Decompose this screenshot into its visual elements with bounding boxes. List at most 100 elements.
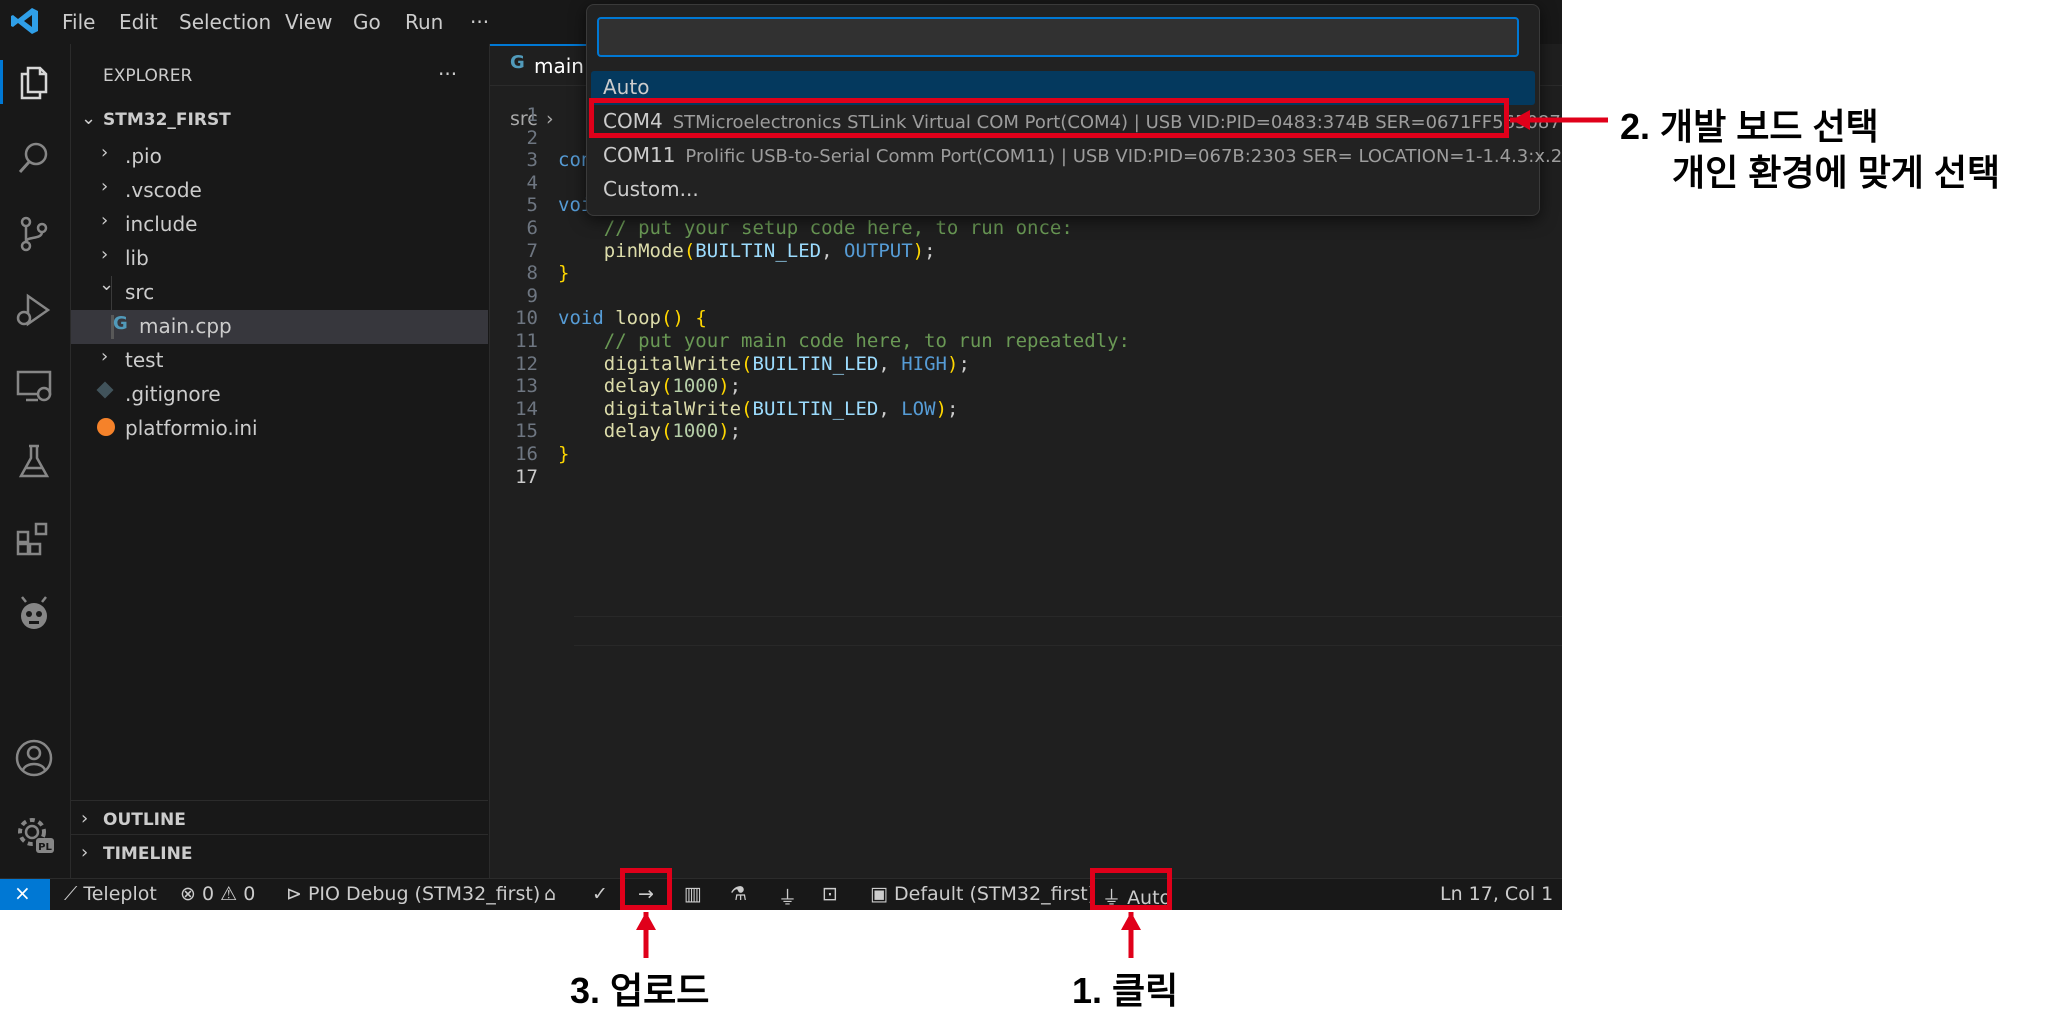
project-root[interactable]: STM32_FIRST — [103, 110, 231, 130]
port-option-com11[interactable]: COM11 Prolific USB-to-Serial Comm Port(CO… — [591, 139, 1562, 173]
explorer-icon[interactable] — [14, 62, 54, 102]
chevron-right-icon[interactable]: › — [81, 842, 88, 863]
warning-count: 0 — [243, 883, 256, 905]
terminal-icon[interactable]: ⊡ — [822, 883, 838, 905]
line-number: 2 — [526, 126, 538, 149]
activity-bar: PL — [0, 44, 71, 878]
svg-text:PL: PL — [38, 842, 52, 853]
test-flask-icon[interactable]: ⚗ — [730, 883, 747, 905]
code-line[interactable]: digitalWrite(BUILTIN_LED, LOW); — [558, 398, 959, 420]
explorer-more-button[interactable]: ··· — [438, 62, 457, 86]
folder-icon: ▣ — [870, 883, 888, 905]
current-line-highlight — [574, 616, 1562, 646]
build-check-icon[interactable]: ✓ — [592, 883, 608, 905]
menu-go[interactable]: Go — [353, 10, 381, 34]
error-icon: ⊗ — [180, 883, 196, 905]
menu-run[interactable]: Run — [405, 10, 443, 34]
annotation-click: 1. 클릭 — [1072, 970, 1179, 1011]
cpp-file-icon: G — [510, 52, 525, 73]
port-option-label: COM11 Prolific USB-to-Serial Comm Port(CO… — [603, 143, 1562, 167]
remote-explorer-icon[interactable] — [14, 366, 54, 406]
annotation-board-sub: 개인 환경에 맞게 선택 — [1672, 152, 2001, 193]
chevron-right-icon[interactable]: › — [81, 808, 88, 829]
serial-monitor-plug-icon[interactable]: ⏚ — [778, 883, 797, 910]
line-number: 6 — [526, 217, 538, 239]
code-line[interactable]: } — [558, 443, 569, 465]
search-icon[interactable] — [14, 138, 54, 178]
testing-icon[interactable] — [14, 442, 54, 482]
explorer-header: EXPLORER — [103, 66, 193, 86]
teleplot-item[interactable]: ⟋ Teleplot — [64, 883, 157, 905]
arrow-head-upload — [636, 912, 656, 930]
platformio-file-icon — [97, 418, 115, 436]
line-number: 1 — [526, 104, 538, 126]
pio-debug-item[interactable]: ⊳ PIO Debug (STM32_first) — [286, 883, 540, 905]
outline-section[interactable]: OUTLINE — [103, 810, 186, 830]
port-description: Prolific USB-to-Serial Comm Port(COM11) … — [685, 146, 1562, 167]
port-option-custom[interactable]: Custom... — [591, 173, 1535, 207]
timeline-section[interactable]: TIMELINE — [103, 844, 192, 864]
error-count: 0 — [201, 883, 215, 905]
vscode-logo-icon — [11, 8, 38, 34]
pio-home-icon[interactable]: ⌂ — [544, 883, 556, 905]
annotation-board-select: 2. 개발 보드 선택 — [1620, 106, 1879, 147]
tab-label: main — [534, 54, 584, 78]
code-line[interactable]: delay(1000); — [558, 375, 741, 397]
code-line[interactable]: } — [558, 262, 569, 284]
divider — [71, 834, 488, 835]
code-line[interactable]: // put your setup code here, to run once… — [558, 217, 1073, 239]
code-line[interactable]: // put your main code here, to run repea… — [558, 330, 1130, 352]
line-number: 3 — [526, 149, 538, 172]
tree-item-label: test — [125, 348, 164, 372]
chevron-down-icon[interactable]: ⌄ — [81, 108, 96, 129]
menu-selection[interactable]: Selection — [179, 10, 271, 34]
platformio-icon[interactable] — [14, 594, 54, 634]
explorer-sidebar: EXPLORER ··· ⌄ STM32_FIRST › .pio › .vsc… — [71, 44, 490, 878]
menu-view[interactable]: View — [285, 10, 332, 34]
run-debug-icon[interactable] — [14, 290, 54, 330]
warning-icon: ⚠ — [220, 883, 238, 905]
extensions-icon[interactable] — [14, 518, 54, 558]
line-number: 17 — [515, 465, 538, 488]
tree-item-label: main.cpp — [139, 314, 232, 338]
menu-edit[interactable]: Edit — [119, 10, 158, 34]
debug-label: PIO Debug (STM32_first) — [307, 883, 541, 905]
menu-more[interactable]: ··· — [470, 10, 489, 34]
tree-item-main-cpp[interactable]: G main.cpp — [71, 276, 488, 344]
code-line[interactable]: pinMode(BUILTIN_LED, OUTPUT); — [558, 240, 936, 262]
manage-gear-icon[interactable]: PL — [14, 814, 54, 854]
clean-trash-icon[interactable]: ▥ — [684, 883, 702, 905]
highlight-box-com4 — [589, 98, 1509, 138]
port-option-label: Custom... — [603, 177, 699, 201]
line-number: 10 — [515, 307, 538, 330]
port-name: COM11 — [603, 143, 676, 167]
chevron-right-icon: › — [101, 176, 109, 197]
tree-item-label: lib — [125, 246, 149, 270]
menu-file[interactable]: File — [62, 10, 95, 34]
chart-icon: ⟋ — [64, 883, 78, 905]
remote-indicator[interactable]: × — [0, 879, 50, 910]
port-name: Custom... — [603, 177, 699, 201]
line-number: 5 — [526, 194, 538, 217]
cursor-position[interactable]: Ln 17, Col 1 — [1440, 883, 1553, 905]
chevron-right-icon: › — [101, 210, 109, 231]
tab-main-cpp[interactable]: G main — [490, 44, 590, 86]
cpp-file-icon: G — [113, 313, 128, 334]
code-line[interactable]: delay(1000); — [558, 420, 741, 442]
env-item[interactable]: ▣ Default (STM32_first) — [870, 883, 1095, 905]
line-number: 14 — [515, 397, 538, 420]
indent-guide — [111, 276, 112, 310]
code-line[interactable]: void loop() { — [558, 307, 707, 329]
env-label: Default (STM32_first) — [894, 883, 1096, 905]
arrow-head-click — [1121, 912, 1141, 930]
account-icon[interactable] — [14, 738, 54, 778]
annotation-upload: 3. 업로드 — [570, 970, 710, 1011]
status-bar: × ⟋ Teleplot ⊗ 0 ⚠ 0 ⊳ PIO Debug (STM32_… — [0, 878, 1562, 910]
source-control-icon[interactable] — [14, 214, 54, 254]
quick-pick-input[interactable] — [597, 17, 1519, 57]
problems-item[interactable]: ⊗ 0 ⚠ 0 — [180, 883, 255, 905]
line-number: 4 — [526, 171, 538, 194]
code-line[interactable]: digitalWrite(BUILTIN_LED, HIGH); — [558, 353, 970, 375]
line-number: 16 — [515, 443, 538, 465]
remote-icon: × — [14, 881, 31, 905]
